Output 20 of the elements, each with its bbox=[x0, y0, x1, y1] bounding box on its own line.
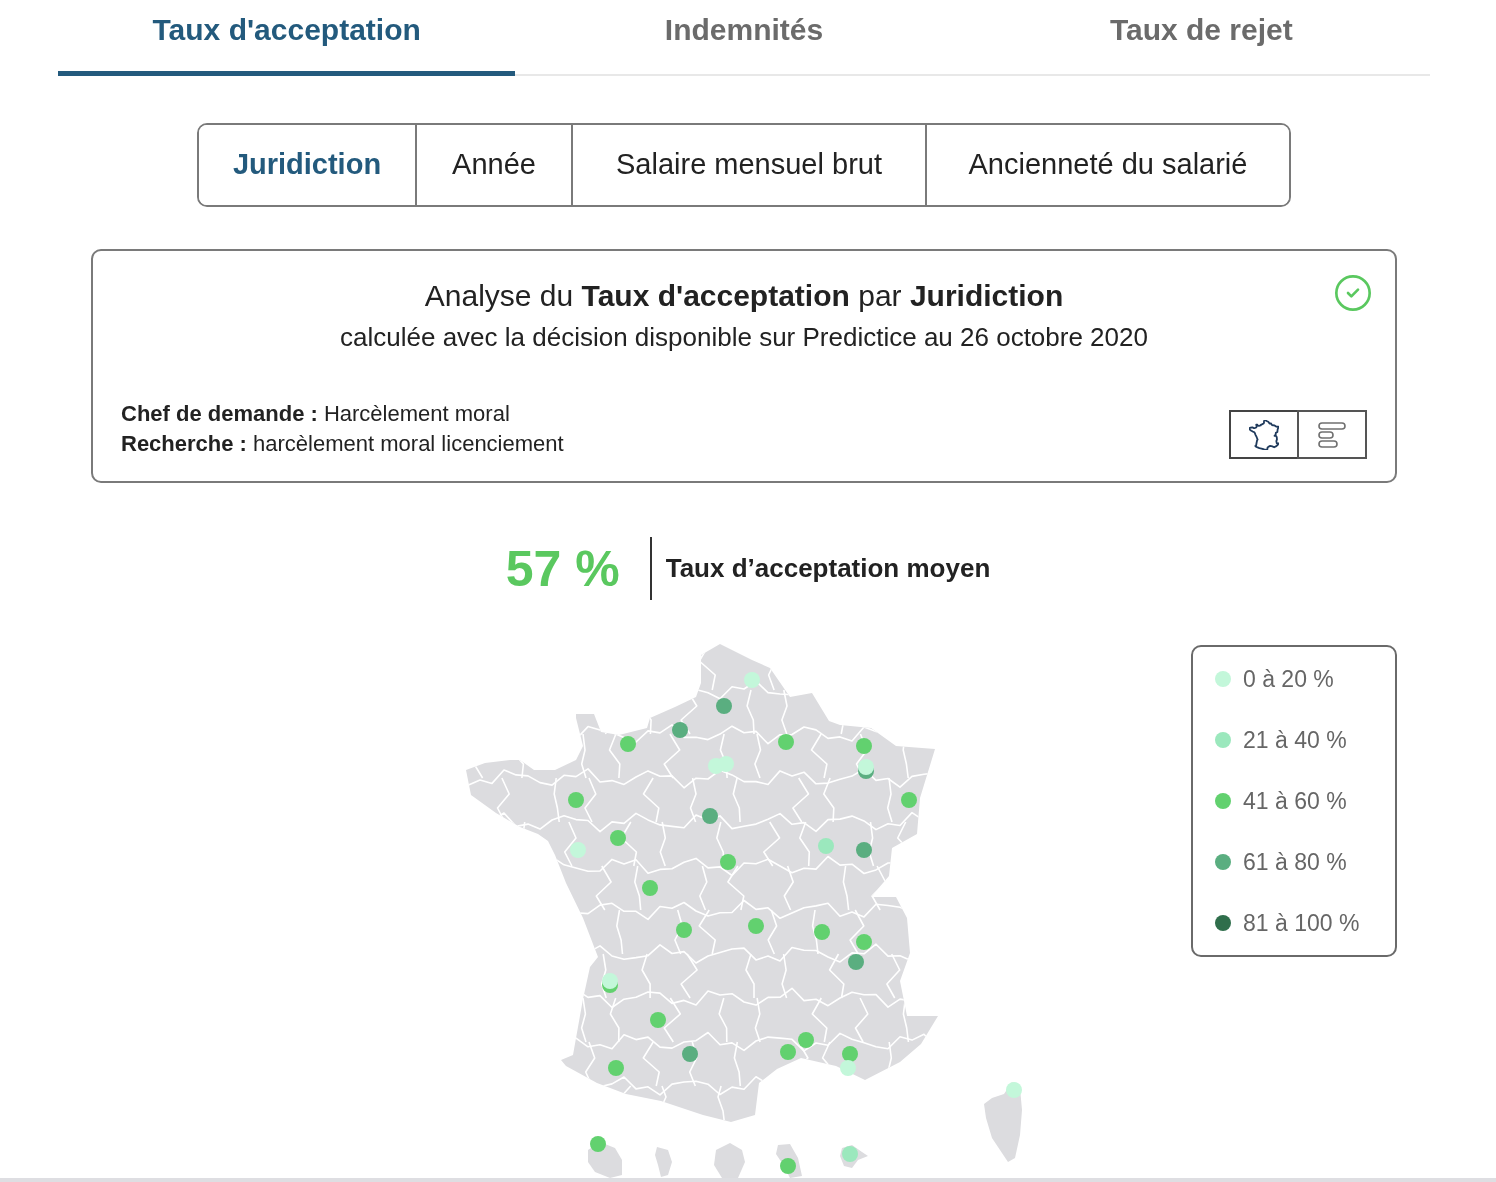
legend-label: 61 à 80 % bbox=[1243, 847, 1347, 877]
dimension-tab[interactable]: Ancienneté du salarié bbox=[925, 125, 1289, 205]
view-toggle-button[interactable] bbox=[1297, 410, 1367, 459]
legend-label: 0 à 20 % bbox=[1243, 664, 1334, 694]
search-criterion: Recherche : harcèlement moral licenciement bbox=[121, 430, 564, 458]
summary-title: Analyse du Taux d'acceptation par Juridiction bbox=[424, 278, 1064, 314]
view-toggle-button[interactable] bbox=[1229, 410, 1299, 459]
france-outline-icon bbox=[1249, 419, 1279, 450]
summary-subtitle: calculée avec la décision disponible sur Predictice au 26 octobre 2020 bbox=[340, 321, 1148, 353]
legend-label: 21 à 40 % bbox=[1243, 725, 1347, 755]
average-label: Taux d’acceptation moyen bbox=[665, 552, 991, 585]
legend-label: 41 à 60 % bbox=[1243, 786, 1347, 816]
tab[interactable]: Taux d'acceptation bbox=[58, 0, 516, 76]
tab[interactable]: Indemnités bbox=[515, 0, 973, 76]
bar-list-icon bbox=[1317, 420, 1347, 449]
check-circle-icon bbox=[1333, 273, 1373, 313]
tab[interactable]: Taux de rejet bbox=[972, 0, 1430, 76]
search-criterion: Chef de demande : Harcèlement moral bbox=[121, 400, 511, 428]
legend-label: 81 à 100 % bbox=[1243, 908, 1360, 938]
average-value: 57 % bbox=[505, 543, 620, 594]
